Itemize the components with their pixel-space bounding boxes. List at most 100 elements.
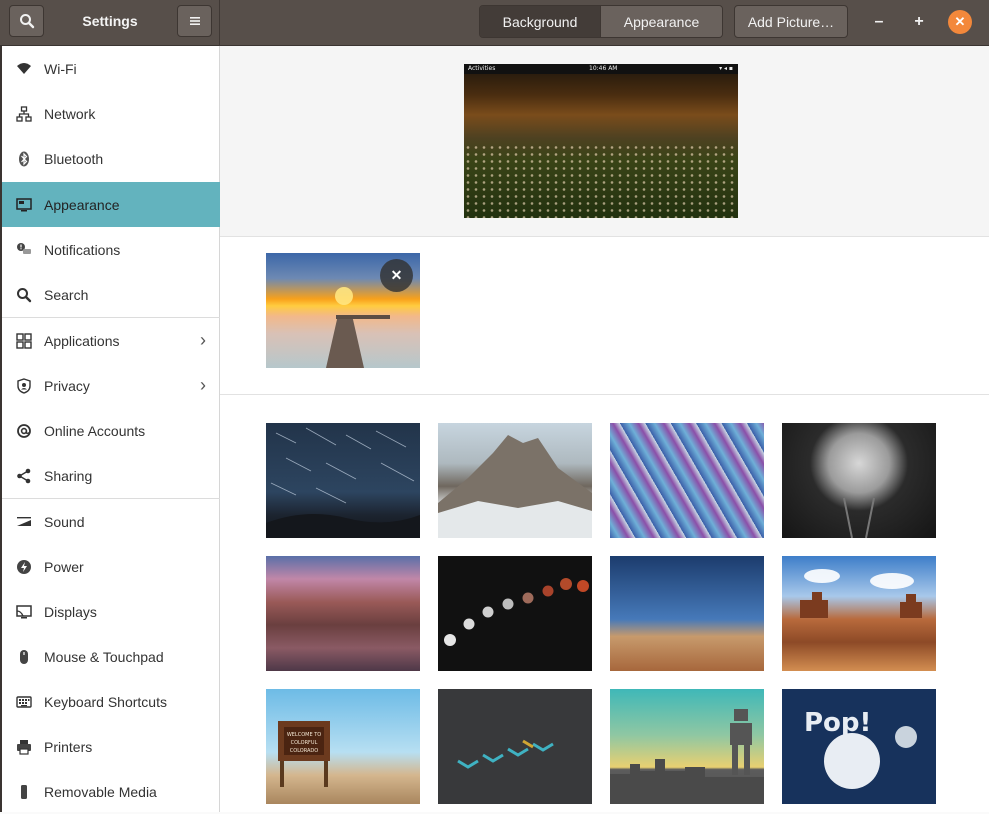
maximize-button[interactable]: + [907, 10, 931, 34]
tab-background[interactable]: Background [480, 6, 601, 37]
keyboard-icon [15, 693, 33, 711]
preview-status-icons: ▾ ◂ ▪ [719, 65, 733, 72]
settings-window: Settings Background Appearance Add Pictu… [0, 0, 989, 812]
wallpaper-sunset-pier[interactable]: ✕ [266, 253, 420, 368]
robot-silhouette-image [610, 709, 764, 804]
applications-icon [15, 332, 33, 350]
sidebar-item-keyboard-shortcuts[interactable]: Keyboard Shortcuts [2, 679, 220, 724]
preview-area: Activities 10:46 AM ▾ ◂ ▪ [220, 46, 989, 237]
sidebar-item-label: Displays [44, 603, 97, 620]
tab-appearance[interactable]: Appearance [601, 6, 722, 37]
sidebar-item-label: Printers [44, 738, 93, 755]
wallpaper-satellite-dish[interactable] [782, 423, 936, 538]
wallpaper-desert-dunes[interactable] [610, 556, 764, 671]
chevron-right-icon: › [200, 330, 206, 350]
sidebar-item-label: Bluetooth [44, 150, 104, 167]
close-button[interactable]: ✕ [948, 10, 972, 34]
sidebar-item-label: Network [44, 105, 96, 122]
preview-topbar: Activities 10:46 AM ▾ ◂ ▪ [464, 64, 738, 74]
sound-icon [15, 513, 33, 531]
sidebar-item-displays[interactable]: Displays [2, 589, 220, 634]
minimize-button[interactable]: – [867, 10, 891, 34]
header-bar: Settings Background Appearance Add Pictu… [0, 0, 989, 46]
close-icon: ✕ [954, 14, 966, 29]
minimize-icon: – [874, 13, 884, 30]
sidebar-item-label: Power [44, 558, 84, 575]
wallpaper-star-trails[interactable] [266, 423, 420, 538]
custom-wallpapers: ✕ [220, 238, 989, 395]
view-switcher: Background Appearance [479, 5, 723, 38]
sidebar-item-label: Sharing [44, 467, 93, 484]
desktop-preview: Activities 10:46 AM ▾ ◂ ▪ [464, 64, 738, 218]
hamburger-icon [189, 17, 200, 25]
maximize-icon: + [914, 13, 924, 30]
search-icon [19, 14, 34, 29]
wallpaper-chevron-pattern[interactable] [438, 689, 592, 804]
sidebar-item-search[interactable]: Search [2, 272, 220, 317]
sidebar-item-label: Keyboard Shortcuts [44, 693, 167, 710]
sidebar-item-label: Online Accounts [44, 422, 146, 439]
sidebar-item-removable-media[interactable]: Removable Media [2, 769, 220, 814]
monument-valley-image [800, 569, 922, 618]
chevron-right-icon: › [200, 375, 206, 395]
sidebar-item-label: Privacy [44, 377, 90, 394]
wallpaper-monument-valley[interactable] [782, 556, 936, 671]
wallpaper-snowy-mountains[interactable] [438, 423, 592, 538]
chevron-pattern-image [457, 739, 554, 769]
printer-icon [15, 738, 33, 756]
add-picture-button[interactable]: Add Picture… [734, 5, 848, 38]
preview-clock: 10:46 AM [589, 65, 618, 72]
search-button[interactable] [9, 5, 44, 37]
wallpaper-pop-planet[interactable]: Pop! [782, 689, 936, 804]
sidebar-item-power[interactable]: Power [2, 544, 220, 589]
wallpaper-robot-silhouette[interactable] [610, 689, 764, 804]
wallpaper-colorado-sign[interactable]: WELCOME TO COLORFUL COLORADO [266, 689, 420, 804]
sidebar-item-label: Wi-Fi [44, 60, 77, 77]
wallpaper-geodesic-dome[interactable] [610, 423, 764, 538]
sidebar-item-applications[interactable]: Applications › [2, 318, 220, 363]
sharing-icon [15, 467, 33, 485]
online-accounts-icon [15, 422, 33, 440]
colorado-sign-line-2: COLORFUL [291, 740, 318, 746]
sidebar-item-privacy[interactable]: Privacy › [2, 363, 220, 408]
colorado-sign-line-1: WELCOME TO [287, 732, 321, 738]
background-panel: Activities 10:46 AM ▾ ◂ ▪ ✕ WELCOME TO C… [220, 46, 989, 812]
menu-button[interactable] [177, 5, 212, 37]
sidebar-item-sound[interactable]: Sound [2, 499, 220, 544]
sidebar-item-wifi[interactable]: Wi-Fi [2, 46, 220, 91]
monitor-icon [15, 196, 33, 214]
wallpaper-lunar-eclipse[interactable] [438, 556, 592, 671]
sidebar-item-notifications[interactable]: Notifications [2, 227, 220, 272]
wallpaper-gallery: WELCOME TO COLORFUL COLORADO Pop! [220, 396, 989, 812]
sidebar-item-bluetooth[interactable]: Bluetooth [2, 136, 220, 181]
sidebar-item-appearance[interactable]: Appearance [2, 182, 220, 227]
mouse-icon [15, 648, 33, 666]
sidebar-item-online-accounts[interactable]: Online Accounts [2, 408, 220, 453]
bluetooth-icon [15, 150, 33, 168]
pop-planet-image: Pop! [804, 708, 917, 789]
sidebar-item-network[interactable]: Network [2, 91, 220, 136]
sidebar-item-sharing[interactable]: Sharing [2, 453, 220, 498]
sidebar-item-label: Removable Media [44, 783, 157, 800]
wifi-icon [15, 60, 33, 78]
remove-wallpaper-button[interactable]: ✕ [380, 259, 413, 292]
sidebar-item-printers[interactable]: Printers [2, 724, 220, 769]
colorado-sign-image: WELCOME TO COLORFUL COLORADO [278, 721, 330, 787]
privacy-icon [15, 377, 33, 395]
sidebar-item-label: Sound [44, 513, 85, 530]
sidebar-item-label: Applications [44, 332, 120, 349]
window-title: Settings [82, 13, 138, 29]
notifications-icon [15, 241, 33, 259]
close-icon: ✕ [390, 267, 403, 283]
star-trails-image [266, 427, 420, 538]
removable-media-icon [15, 783, 33, 801]
sidebar-item-mouse-touchpad[interactable]: Mouse & Touchpad [2, 634, 220, 679]
wallpaper-grand-canyon[interactable] [266, 556, 420, 671]
colorado-sign-line-3: COLORADO [290, 748, 319, 754]
flower-field-image [464, 144, 738, 218]
sidebar-item-label: Mouse & Touchpad [44, 648, 164, 665]
pop-text: Pop! [804, 708, 871, 738]
snowy-mountains-image [438, 435, 592, 538]
lunar-eclipse-image [444, 578, 589, 646]
sidebar-item-label: Appearance [44, 196, 120, 213]
